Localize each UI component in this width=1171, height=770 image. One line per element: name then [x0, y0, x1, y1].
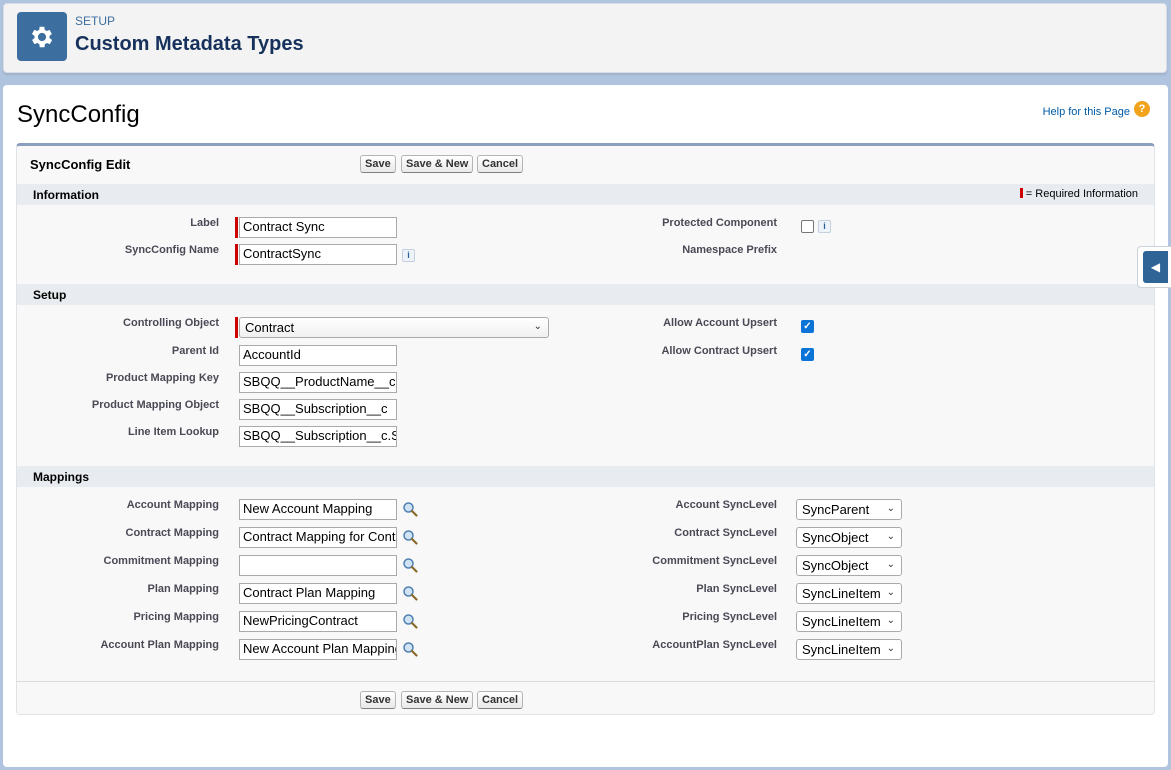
mapping-input[interactable]: Contract Mapping for Cont: [239, 527, 397, 548]
parent-id-label: Parent Id: [171, 345, 219, 357]
lookup-icon[interactable]: [402, 529, 418, 545]
lookup-icon[interactable]: [402, 613, 418, 629]
synclevel-label: Account SyncLevel: [675, 499, 777, 511]
save-button[interactable]: Save: [360, 155, 396, 173]
allow-contract-upsert-label: Allow Contract Upsert: [661, 345, 777, 357]
mapping-label: Account Plan Mapping: [100, 639, 219, 651]
synclevel-label: AccountPlan SyncLevel: [652, 639, 777, 651]
syncconfig-name-input[interactable]: ContractSync: [239, 244, 397, 265]
synclevel-value: SyncObject: [802, 558, 869, 573]
label-input[interactable]: Contract Sync: [239, 217, 397, 238]
synclevel-label: Plan SyncLevel: [696, 583, 777, 595]
parent-id-input[interactable]: AccountId: [239, 345, 397, 366]
synclevel-select[interactable]: SyncParent ⌄: [796, 499, 902, 520]
section-title: Mappings: [33, 470, 89, 484]
cancel-button[interactable]: Cancel: [477, 155, 524, 173]
synclevel-label: Commitment SyncLevel: [652, 555, 777, 567]
chevron-down-icon: ⌄: [886, 643, 895, 654]
required-marker: [235, 317, 238, 338]
chevron-down-icon: ⌄: [886, 587, 895, 598]
mapping-label: Pricing Mapping: [133, 611, 219, 623]
chevron-down-icon: ⌄: [533, 321, 542, 332]
block-header: SyncConfig Edit Save Save & New Cancel: [17, 146, 1154, 182]
mapping-input[interactable]: NewPricingContract: [239, 611, 397, 632]
label-label: Label: [190, 217, 219, 229]
synclevel-label: Pricing SyncLevel: [682, 611, 777, 623]
line-item-lookup-input[interactable]: SBQQ__Subscription__c.S: [239, 426, 397, 447]
header-eyebrow[interactable]: SETUP: [75, 14, 115, 28]
syncconfig-name-label: SyncConfig Name: [124, 244, 219, 256]
controlling-object-value: Contract: [245, 320, 295, 335]
synclevel-select[interactable]: SyncLineItem ⌄: [796, 611, 902, 632]
page-header: SETUP Custom Metadata Types: [3, 3, 1167, 73]
synclevel-select[interactable]: SyncObject ⌄: [796, 555, 902, 576]
mapping-input[interactable]: Contract Plan Mapping: [239, 583, 397, 604]
lookup-icon[interactable]: [402, 641, 418, 657]
product-mapping-key-input[interactable]: SBQQ__ProductName__c: [239, 372, 397, 393]
synclevel-label: Contract SyncLevel: [674, 527, 777, 539]
required-marker: [235, 244, 238, 265]
footer-divider: [17, 681, 1154, 682]
record-title: SyncConfig: [17, 101, 140, 128]
save-new-button-bottom[interactable]: Save & New: [401, 691, 474, 709]
mapping-input[interactable]: New Account Mapping: [239, 499, 397, 520]
chevron-down-icon: ⌄: [886, 559, 895, 570]
section-setup: Setup: [17, 284, 1154, 305]
synclevel-value: SyncObject: [802, 530, 869, 545]
lookup-icon[interactable]: [402, 585, 418, 601]
chevron-down-icon: ⌄: [886, 503, 895, 514]
cancel-button-bottom[interactable]: Cancel: [477, 691, 524, 709]
main-panel: SyncConfig Help for this Page ? SyncConf…: [3, 85, 1168, 767]
required-legend-text: = Required Information: [1025, 188, 1138, 200]
info-icon[interactable]: i: [402, 249, 415, 262]
synclevel-value: SyncLineItem: [802, 614, 881, 629]
help-link[interactable]: Help for this Page: [1043, 106, 1130, 118]
mapping-label: Contract Mapping: [125, 527, 220, 539]
chevron-down-icon: ⌄: [886, 615, 895, 626]
save-button-bottom[interactable]: Save: [360, 691, 396, 709]
chevron-left-icon: ◀: [1143, 251, 1168, 283]
allow-account-upsert-checkbox[interactable]: ✓: [801, 320, 814, 333]
product-mapping-key-label: Product Mapping Key: [105, 372, 219, 384]
mapping-label: Account Mapping: [126, 499, 219, 511]
chevron-down-icon: ⌄: [886, 531, 895, 542]
synclevel-value: SyncLineItem: [802, 642, 881, 657]
help-icon[interactable]: ?: [1134, 101, 1150, 117]
gear-icon: [17, 12, 67, 61]
info-icon[interactable]: i: [818, 220, 831, 233]
protected-component-checkbox[interactable]: [801, 220, 814, 233]
protected-component-label: Protected Component: [662, 217, 777, 229]
synclevel-select[interactable]: SyncObject ⌄: [796, 527, 902, 548]
section-information: Information = Required Information: [17, 184, 1154, 205]
required-marker: [1019, 188, 1023, 198]
lookup-icon[interactable]: [402, 501, 418, 517]
side-panel-toggle[interactable]: ◀: [1137, 246, 1171, 288]
mapping-label: Commitment Mapping: [103, 555, 220, 567]
mapping-label: Plan Mapping: [147, 583, 220, 595]
required-marker: [235, 217, 238, 238]
required-legend: = Required Information: [1019, 188, 1138, 200]
mapping-input[interactable]: New Account Plan Mapping: [239, 639, 397, 660]
synclevel-value: SyncLineItem: [802, 586, 881, 601]
section-mappings: Mappings: [17, 466, 1154, 487]
section-title: Setup: [33, 288, 67, 302]
section-title: Information: [33, 188, 99, 202]
edit-block: SyncConfig Edit Save Save & New Cancel I…: [16, 143, 1155, 715]
block-title: SyncConfig Edit: [30, 157, 131, 172]
controlling-object-label: Controlling Object: [123, 317, 219, 329]
allow-contract-upsert-checkbox[interactable]: ✓: [801, 348, 814, 361]
line-item-lookup-label: Line Item Lookup: [127, 426, 219, 438]
page-title: Custom Metadata Types: [75, 33, 304, 55]
mapping-input[interactable]: [239, 555, 397, 576]
synclevel-value: SyncParent: [802, 502, 870, 517]
product-mapping-object-input[interactable]: SBQQ__Subscription__c: [239, 399, 397, 420]
save-new-button[interactable]: Save & New: [401, 155, 474, 173]
synclevel-select[interactable]: SyncLineItem ⌄: [796, 639, 902, 660]
lookup-icon[interactable]: [402, 557, 418, 573]
product-mapping-object-label: Product Mapping Object: [91, 399, 219, 411]
allow-account-upsert-label: Allow Account Upsert: [663, 317, 777, 329]
controlling-object-select[interactable]: Contract ⌄: [239, 317, 549, 338]
namespace-prefix-label: Namespace Prefix: [682, 244, 777, 256]
synclevel-select[interactable]: SyncLineItem ⌄: [796, 583, 902, 604]
